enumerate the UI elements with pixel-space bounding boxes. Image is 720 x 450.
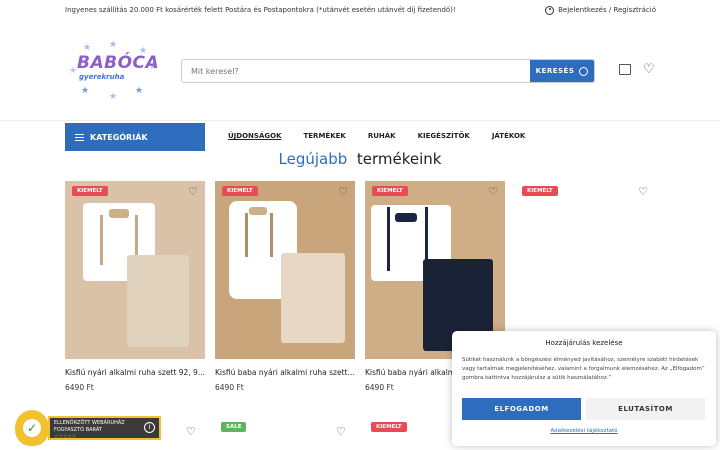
accept-button[interactable]: ELFOGADOM bbox=[462, 398, 581, 420]
trust-line2: FOGYASZTÓ BARÁT bbox=[54, 427, 102, 433]
product-badge: KIEMELT bbox=[522, 186, 558, 196]
shield-icon: ✓ bbox=[15, 410, 49, 446]
categories-button[interactable]: KATEGÓRIÁK bbox=[65, 123, 205, 151]
user-icon bbox=[545, 5, 555, 15]
nav-item-jatekok[interactable]: JÁTÉKOK bbox=[492, 132, 526, 140]
login-register-label: Bejelentkezés / Regisztráció bbox=[558, 6, 656, 14]
cookie-title: Hozzájárulás kezelése bbox=[545, 339, 623, 347]
login-register-link[interactable]: Bejelentkezés / Regisztráció bbox=[545, 5, 656, 15]
search-input[interactable] bbox=[182, 60, 530, 82]
nav-menu: ÚJDONSÁGOK TERMÉKEK RUHÁK KIEGÉSZÍTŐK JÁ… bbox=[228, 132, 547, 140]
info-icon[interactable]: i bbox=[144, 422, 155, 433]
star-icon: ★ bbox=[135, 86, 144, 96]
section-title: Legújabb termékeink bbox=[0, 150, 720, 168]
logo-subtext: gyerekruha bbox=[79, 73, 125, 81]
product-badge: KIEMELT bbox=[72, 186, 108, 196]
product-name[interactable]: Kisfiú baba nyári alkalmi ruha szett ... bbox=[215, 368, 355, 377]
star-icon: ★ bbox=[81, 86, 90, 96]
product-price: 6490 Ft bbox=[215, 383, 244, 392]
search-button-label: KERESÉS bbox=[535, 67, 575, 75]
product-badge: KIEMELT bbox=[372, 186, 408, 196]
search-icon bbox=[579, 66, 589, 76]
section-title-rest: termékeink bbox=[356, 150, 442, 168]
wishlist-heart-icon[interactable]: ♡ bbox=[338, 186, 348, 197]
cart-icon[interactable] bbox=[619, 64, 631, 75]
privacy-policy-link[interactable]: Adatkezelési tájékoztató bbox=[452, 428, 716, 434]
nav-item-termekek[interactable]: TERMÉKEK bbox=[304, 132, 346, 140]
wishlist-icon[interactable]: ♡ bbox=[643, 63, 655, 76]
top-bar: Ingyenes szállítás 20.000 Ft kosárérték … bbox=[0, 0, 720, 20]
product-card[interactable]: KIEMELT ♡ Kisfiú nyári alkalmi ruha szet… bbox=[65, 181, 205, 392]
main-navigation: KATEGÓRIÁK ÚJDONSÁGOK TERMÉKEK RUHÁK KIE… bbox=[0, 120, 720, 151]
site-header: ★ ★ ★ ★ ★ ★ ★ ★ BABÓCA gyerekruha KERESÉ… bbox=[0, 38, 720, 104]
trust-stars: ☆☆☆☆☆ bbox=[54, 434, 77, 440]
nav-item-ujdonsagok[interactable]: ÚJDONSÁGOK bbox=[228, 132, 282, 140]
product-badge: KIEMELT bbox=[371, 422, 407, 432]
cookie-text: Sütiket használunk a böngészési élményed… bbox=[462, 357, 705, 381]
section-title-highlight: Legújabb bbox=[278, 150, 348, 168]
star-icon: ★ bbox=[109, 40, 118, 50]
product-badge: KIEMELT bbox=[222, 186, 258, 196]
product-price: 6490 Ft bbox=[65, 383, 94, 392]
nav-item-ruhak[interactable]: RUHÁK bbox=[368, 132, 396, 140]
product-card[interactable]: KIEMELT ♡ Kisfiú baba nyári alkalmi ruha… bbox=[215, 181, 355, 392]
logo[interactable]: ★ ★ ★ ★ ★ ★ ★ ★ BABÓCA gyerekruha bbox=[63, 40, 159, 102]
star-icon: ★ bbox=[83, 43, 92, 53]
categories-label: KATEGÓRIÁK bbox=[90, 132, 148, 142]
header-icons: ♡ bbox=[619, 63, 655, 76]
logo-text: BABÓCA bbox=[77, 53, 160, 73]
menu-icon bbox=[75, 133, 84, 141]
trust-ribbon: ELLENŐRZÖTT WEBÁRUHÁZ FOGYASZTÓ BARÁT ☆☆… bbox=[48, 416, 161, 440]
product-badge: SALE bbox=[221, 422, 247, 432]
shipping-notice: Ingyenes szállítás 20.000 Ft kosárérték … bbox=[65, 6, 456, 14]
search-bar: KERESÉS bbox=[181, 59, 595, 83]
star-icon: ★ bbox=[69, 66, 78, 76]
checkmark-icon: ✓ bbox=[23, 419, 41, 437]
deny-button[interactable]: ELUTASÍTOM bbox=[586, 398, 705, 420]
wishlist-heart-icon[interactable]: ♡ bbox=[188, 186, 198, 197]
star-icon: ★ bbox=[109, 92, 118, 102]
trusted-shop-badge[interactable]: ✓ ELLENŐRZÖTT WEBÁRUHÁZ FOGYASZTÓ BARÁT … bbox=[14, 409, 164, 447]
trust-line1: ELLENŐRZÖTT WEBÁRUHÁZ bbox=[54, 420, 125, 426]
cookie-consent-dialog: Hozzájárulás kezelése Sütiket használunk… bbox=[452, 331, 716, 446]
product-image[interactable]: KIEMELT ♡ bbox=[215, 181, 355, 359]
product-image[interactable]: KIEMELT ♡ bbox=[65, 181, 205, 359]
nav-item-kiegeszitok[interactable]: KIEGÉSZÍTŐK bbox=[418, 132, 470, 140]
search-button[interactable]: KERESÉS bbox=[530, 60, 594, 82]
wishlist-heart-icon[interactable]: ♡ bbox=[638, 186, 648, 197]
wishlist-heart-icon[interactable]: ♡ bbox=[488, 186, 498, 197]
product-name[interactable]: Kisfiú nyári alkalmi ruha szett 92, 9... bbox=[65, 368, 205, 377]
